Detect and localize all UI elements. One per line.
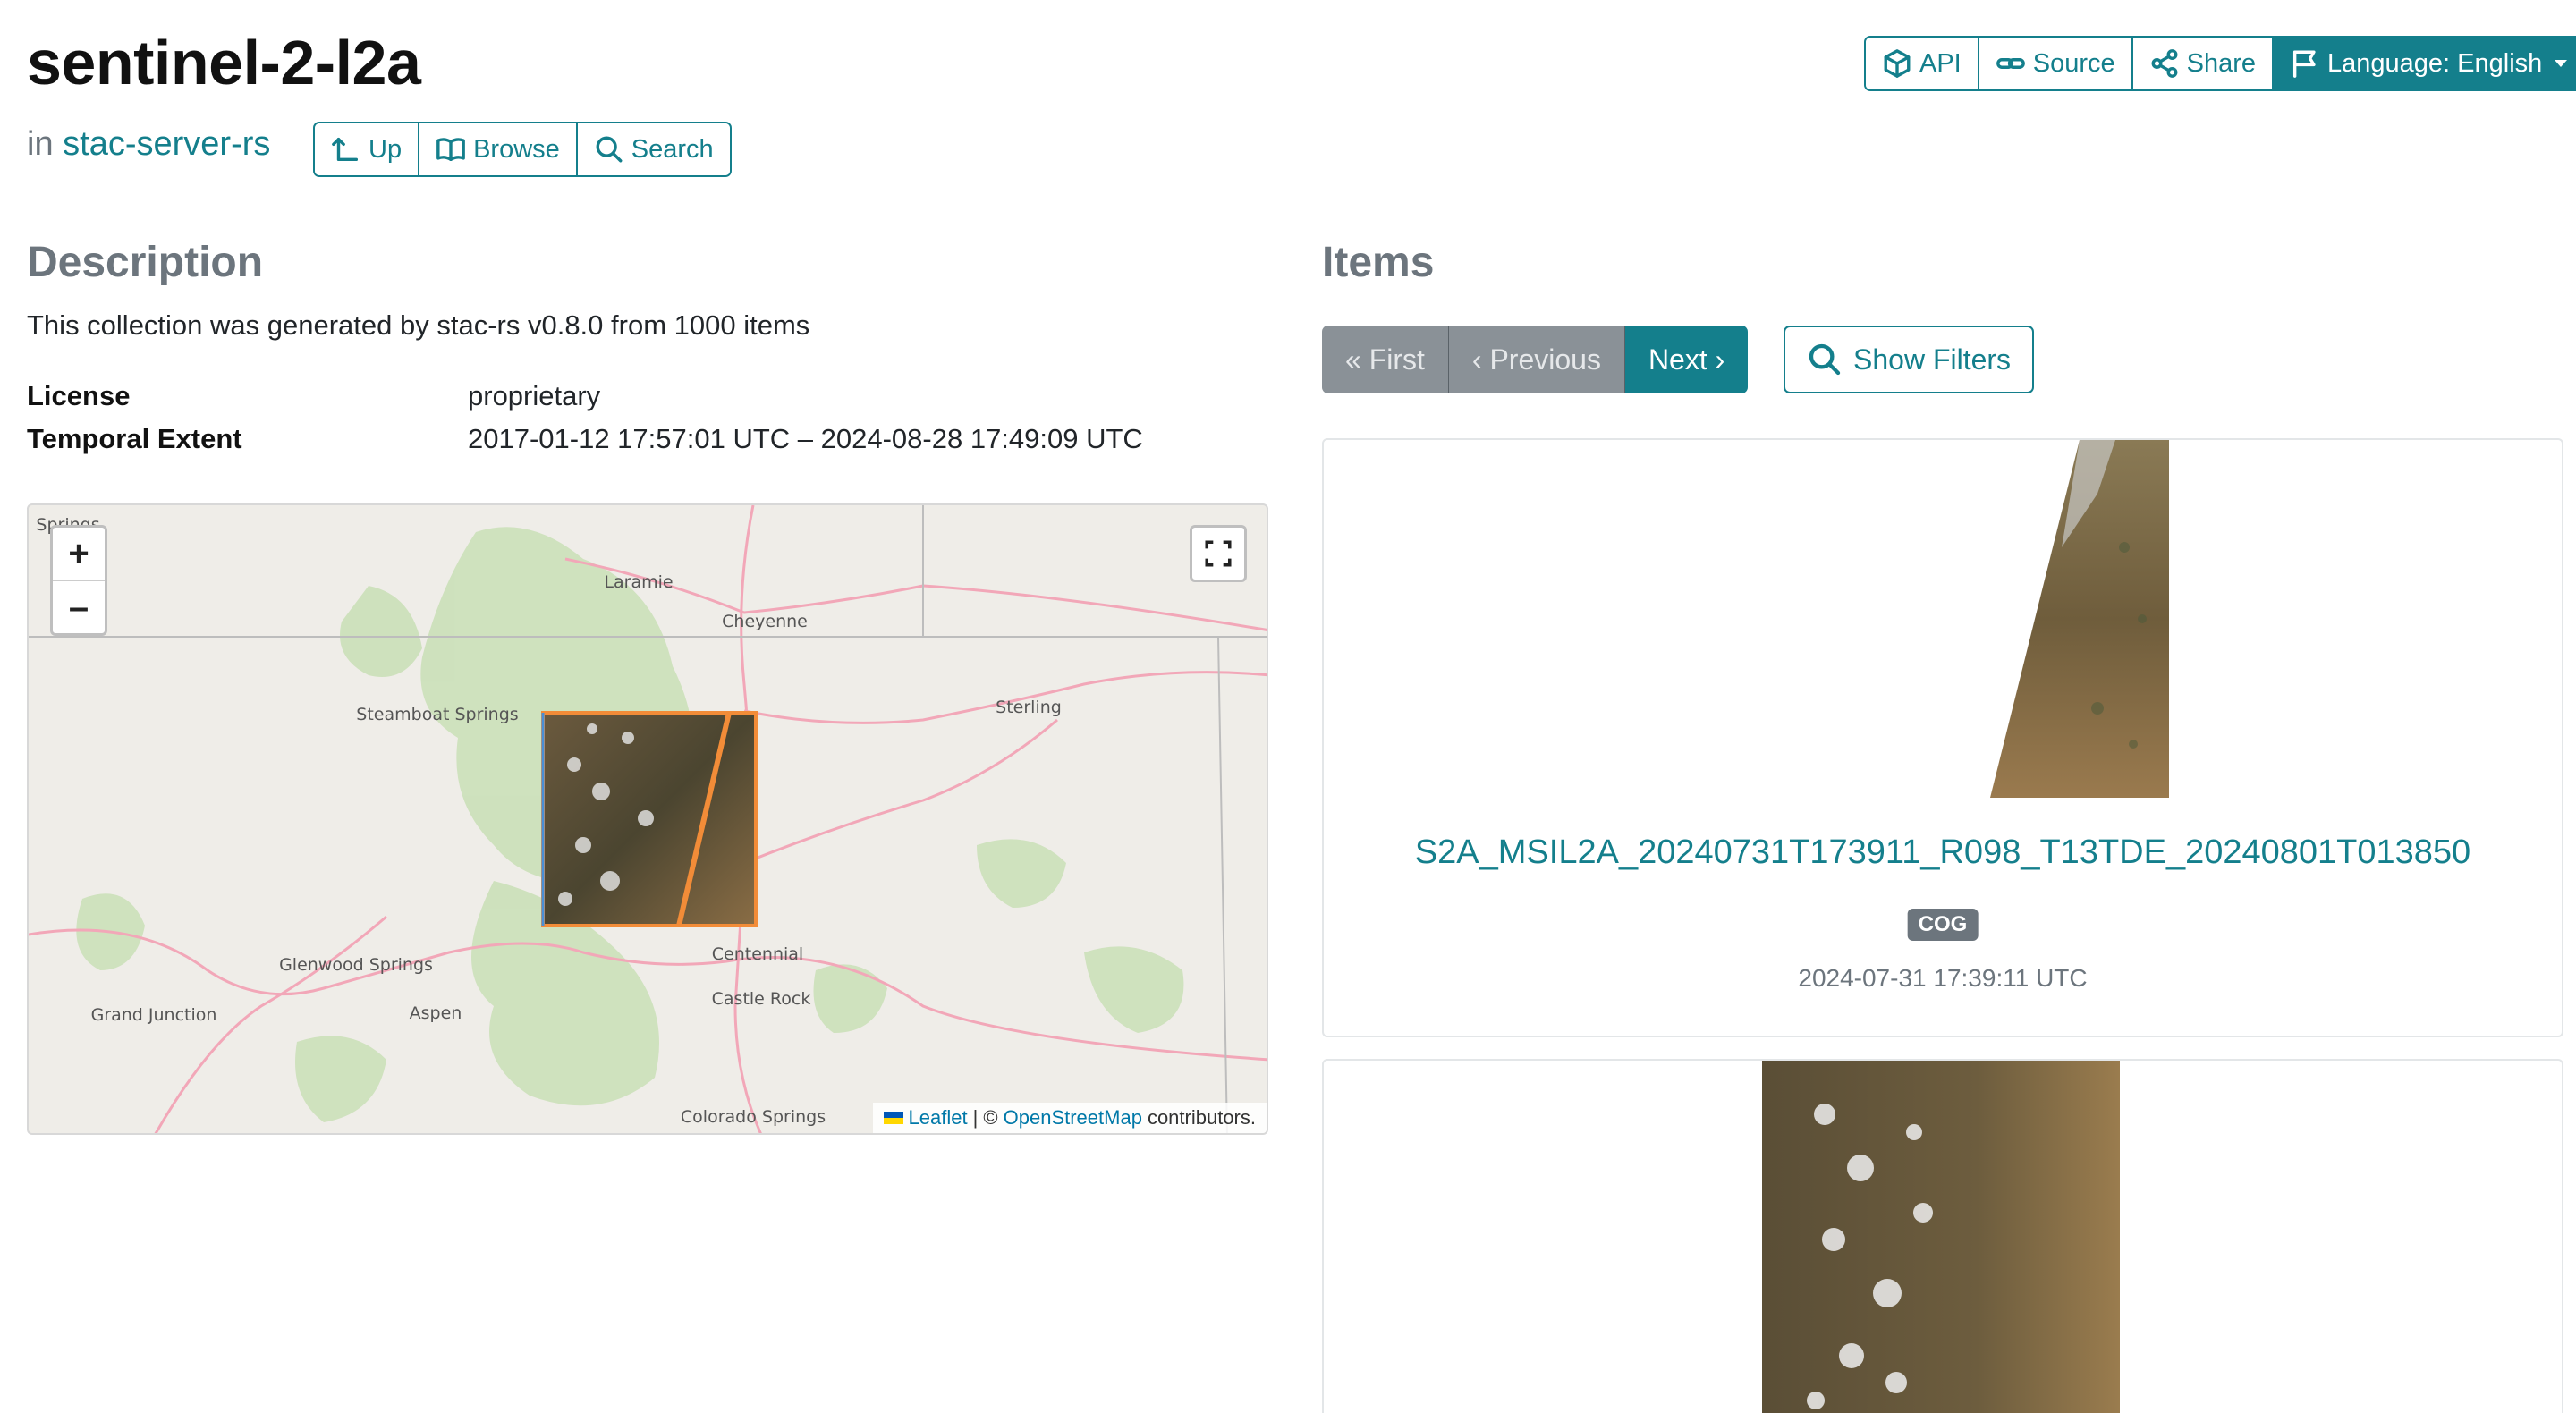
zoom-control: + –: [50, 525, 107, 636]
parent-breadcrumb: in stac-server-rs: [27, 125, 270, 164]
license-label: License: [27, 380, 131, 411]
item-card[interactable]: [1322, 1059, 2563, 1413]
item-thumbnail[interactable]: [1990, 440, 2169, 798]
temporal-extent-row: Temporal Extent 2017-01-12 17:57:01 UTC …: [27, 423, 1143, 455]
cube-icon: [1884, 49, 1911, 78]
city-label: Glenwood Springs: [279, 955, 433, 975]
city-label: Steamboat Springs: [356, 705, 518, 724]
source-button[interactable]: Source: [1979, 38, 2133, 89]
city-label: Sterling: [996, 698, 1062, 717]
fullscreen-button[interactable]: [1190, 525, 1247, 582]
api-button[interactable]: API: [1866, 38, 1979, 89]
license-value: proprietary: [468, 380, 601, 411]
language-dropdown[interactable]: Language: English: [2274, 38, 2576, 89]
item-card[interactable]: S2A_MSIL2A_20240731T173911_R098_T13TDE_2…: [1322, 438, 2563, 1037]
navigation-button-group: Up Browse Search: [313, 122, 732, 177]
map-attribution: Leaflet | © OpenStreetMap contributors.: [872, 1103, 1267, 1133]
item-title-link[interactable]: S2A_MSIL2A_20240731T173911_R098_T13TDE_2…: [1324, 833, 2562, 872]
item-thumbnail[interactable]: [1762, 1061, 2120, 1413]
city-label: Colorado Springs: [681, 1107, 826, 1127]
arrow-up-icon: [332, 137, 359, 162]
show-filters-button[interactable]: Show Filters: [1784, 326, 2035, 393]
map-tiles[interactable]: Springs Laramie Cheyenne Steamboat Sprin…: [29, 505, 1268, 1135]
description-text: This collection was generated by stac-rs…: [27, 309, 810, 341]
in-prefix: in: [27, 125, 54, 163]
items-pagination: « First ‹ Previous Next ›: [1322, 326, 1749, 393]
items-heading: Items: [1322, 239, 1435, 286]
search-button[interactable]: Search: [577, 123, 730, 175]
leaflet-link[interactable]: Leaflet: [909, 1106, 968, 1130]
zoom-in-button[interactable]: +: [53, 528, 105, 581]
zoom-out-button[interactable]: –: [53, 581, 105, 633]
up-button[interactable]: Up: [315, 123, 420, 175]
temporal-extent-label: Temporal Extent: [27, 423, 242, 454]
caret-down-icon: [2555, 60, 2568, 67]
book-icon: [436, 138, 465, 162]
toolbar-button-group: API Source Share Language: English: [1864, 36, 2576, 91]
flag-icon: [2292, 50, 2316, 78]
city-label: Centennial: [712, 944, 803, 964]
search-icon: [1809, 343, 1841, 376]
license-row: License proprietary: [27, 380, 600, 412]
fullscreen-icon: [1205, 540, 1232, 567]
temporal-extent-value: 2017-01-12 17:57:01 UTC – 2024-08-28 17:…: [468, 423, 1143, 454]
previous-page-button[interactable]: ‹ Previous: [1448, 326, 1625, 393]
share-icon: [2151, 49, 2178, 78]
first-page-button[interactable]: « First: [1322, 326, 1449, 393]
browse-button[interactable]: Browse: [419, 123, 578, 175]
city-label: Cheyenne: [722, 612, 808, 631]
collection-map[interactable]: Springs Laramie Cheyenne Steamboat Sprin…: [27, 503, 1268, 1135]
share-button[interactable]: Share: [2132, 38, 2275, 89]
page-title: sentinel-2-l2a: [27, 28, 421, 97]
item-datetime: 2024-07-31 17:39:11 UTC: [1798, 964, 2088, 992]
ukraine-flag-icon: [883, 1112, 903, 1124]
parent-catalog-link[interactable]: stac-server-rs: [63, 125, 270, 163]
openstreetmap-link[interactable]: OpenStreetMap: [1004, 1106, 1142, 1130]
city-label: Grand Junction: [91, 1005, 217, 1025]
asset-badge: COG: [1907, 909, 1979, 941]
city-label: Laramie: [604, 572, 673, 592]
link-icon: [1996, 58, 2025, 69]
next-page-button[interactable]: Next ›: [1624, 326, 1749, 393]
search-icon: [596, 136, 623, 163]
city-label: Aspen: [410, 1003, 462, 1023]
description-heading: Description: [27, 239, 264, 286]
item-footprint[interactable]: [541, 711, 758, 927]
city-label: Castle Rock: [712, 989, 811, 1009]
